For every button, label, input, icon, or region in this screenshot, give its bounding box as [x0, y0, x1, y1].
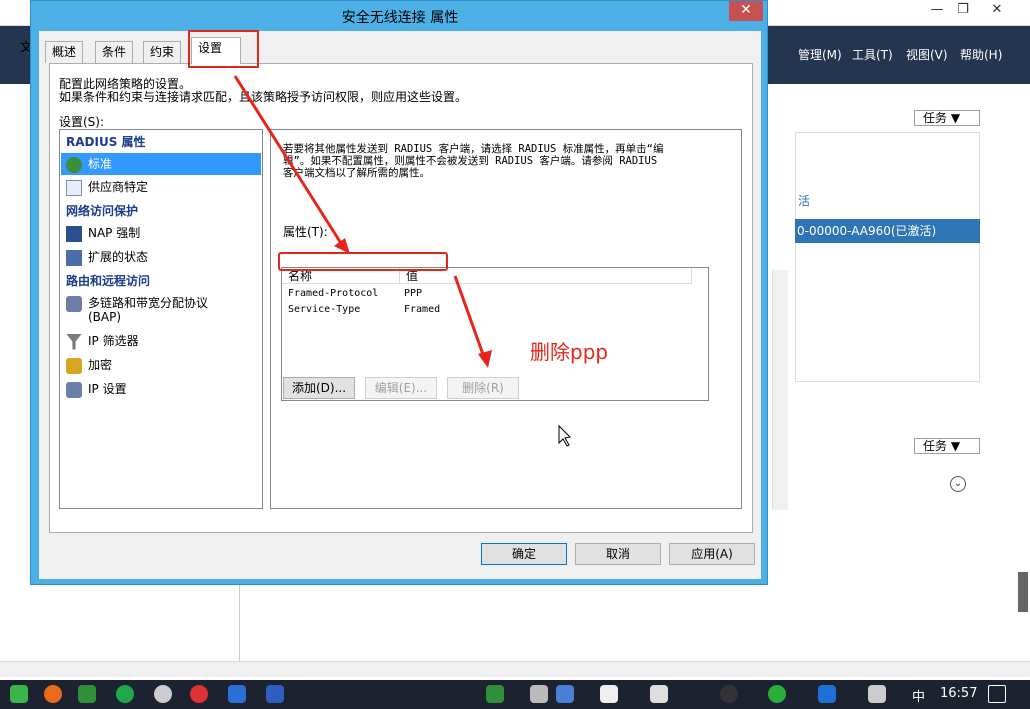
annotation-note: 删除ppp [530, 340, 609, 364]
word-icon[interactable] [266, 685, 284, 703]
wifi-icon[interactable] [868, 685, 886, 703]
app-icon[interactable] [228, 685, 246, 703]
tray-icon[interactable] [650, 685, 668, 703]
cursor-icon [558, 424, 572, 447]
app-icon[interactable] [116, 685, 134, 703]
qq-icon[interactable] [720, 685, 738, 703]
tab-settings[interactable]: 设置 [191, 37, 241, 64]
firefox-icon[interactable] [44, 685, 62, 703]
gear-icon[interactable] [154, 685, 172, 703]
shield-icon[interactable] [600, 685, 618, 703]
annotation-arrows [233, 75, 572, 447]
printer-icon[interactable] [530, 685, 548, 703]
arrowhead-2 [478, 350, 492, 368]
clock[interactable]: 16:57 [940, 686, 977, 701]
wechat-icon[interactable] [768, 685, 786, 703]
tray-icon[interactable] [556, 685, 574, 703]
ime-indicator[interactable]: 中 [912, 686, 925, 705]
app-icon[interactable] [190, 685, 208, 703]
bluetooth-icon[interactable] [818, 685, 836, 703]
start-icon[interactable] [10, 685, 28, 703]
arrow-to-note [453, 275, 487, 361]
arrowhead-1 [334, 238, 350, 254]
notification-icon[interactable] [988, 685, 1006, 703]
arrow-to-row [233, 75, 346, 249]
app-icon[interactable] [78, 685, 96, 703]
tray-icon[interactable] [486, 685, 504, 703]
